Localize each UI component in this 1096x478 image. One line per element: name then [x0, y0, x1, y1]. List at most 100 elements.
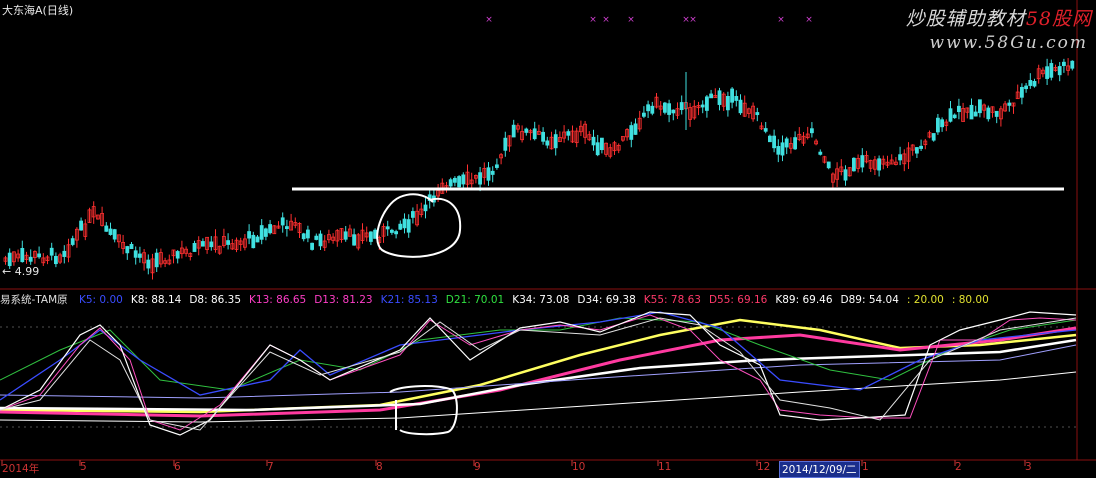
date-axis-label: 11	[658, 461, 672, 473]
date-axis-label: 9	[474, 461, 481, 473]
candle-body	[373, 229, 378, 239]
candle-body	[524, 128, 529, 133]
indicator-value: : 20.00	[906, 294, 944, 306]
candle-body	[209, 241, 214, 248]
candle-body	[931, 133, 936, 141]
candle-body	[600, 137, 604, 151]
candle-body	[755, 112, 760, 116]
candle-body	[1049, 63, 1054, 78]
candle-body	[452, 177, 457, 183]
candle-body	[200, 241, 205, 247]
candle-body	[784, 138, 789, 148]
candle-body	[503, 137, 508, 151]
cursor-date-label: 2014/12/09/二	[779, 461, 860, 478]
candle-body	[305, 229, 310, 239]
candle-body	[553, 134, 558, 149]
indicator-value: K34: 73.08	[512, 294, 570, 306]
candle-body	[478, 172, 483, 185]
candle-body	[7, 252, 12, 267]
candle-body	[595, 142, 600, 156]
candle-body	[948, 108, 953, 122]
candle-body	[494, 164, 499, 168]
candle-body	[511, 124, 516, 138]
candle-body	[532, 128, 537, 140]
date-axis-label: 6	[174, 461, 181, 473]
indicator-value: : 80.00	[951, 294, 989, 306]
candle-body	[726, 96, 730, 111]
candle-body	[667, 103, 671, 115]
price-chart[interactable]: × × × × × × × ×	[0, 0, 1096, 475]
candle-body	[457, 176, 462, 188]
candle-body	[633, 123, 638, 135]
candle-body	[646, 104, 650, 112]
watermark-url: www.58Gu.com	[929, 33, 1088, 53]
candle-body	[717, 90, 722, 105]
candle-body	[310, 242, 315, 250]
candle-body	[700, 104, 705, 108]
candle-body	[343, 231, 348, 240]
low-price-label: ← 4.99	[2, 265, 40, 278]
candle-body	[318, 233, 323, 247]
candle-body	[394, 231, 399, 235]
candle-body	[780, 142, 785, 156]
candle-body	[154, 252, 159, 268]
candle-body	[398, 223, 403, 230]
candle-body	[301, 233, 306, 240]
date-axis-label: 3	[1025, 461, 1032, 473]
candle-body	[385, 226, 390, 230]
signal-marker: ×	[689, 15, 697, 25]
candle-body	[284, 226, 289, 230]
watermark-brand: 炒股辅助教材58股网	[906, 4, 1092, 31]
candle-body	[738, 99, 743, 114]
annotation-circle-price	[376, 193, 462, 258]
candle-body	[1070, 60, 1075, 69]
candle-body	[70, 238, 75, 245]
candle-body	[663, 102, 667, 113]
candlestick-series	[3, 58, 1075, 280]
watermark-brand-site: 58股网	[1025, 8, 1092, 30]
candle-body	[793, 137, 797, 150]
indicator-value: K55: 78.63	[643, 294, 701, 306]
candle-body	[20, 247, 25, 263]
candle-body	[629, 125, 634, 140]
indicator-value: K8: 88.14	[130, 294, 182, 306]
candle-body	[566, 131, 571, 136]
indicator-line	[0, 318, 1077, 414]
candle-body	[986, 107, 991, 120]
candle-body	[679, 102, 684, 111]
indicator-value: D34: 69.38	[577, 294, 636, 306]
indicator-value: D8: 86.35	[189, 294, 242, 306]
candle-body	[389, 229, 394, 233]
candle-body	[919, 145, 923, 149]
candle-body	[852, 157, 856, 172]
watermark-brand-prefix: 炒股辅助教材	[905, 8, 1026, 30]
date-axis-label: 5	[80, 461, 87, 473]
candle-body	[709, 93, 713, 99]
candle-body	[280, 217, 285, 226]
candle-body	[28, 256, 33, 262]
candle-body	[137, 253, 142, 258]
date-axis-label: 10	[572, 461, 586, 473]
candle-body	[776, 146, 781, 155]
candle-body	[490, 170, 495, 175]
candle-body	[940, 119, 944, 128]
candle-body	[994, 110, 999, 117]
candle-body	[1024, 85, 1028, 90]
candle-body	[104, 225, 109, 232]
candle-body	[541, 131, 545, 142]
candle-body	[915, 147, 919, 154]
candle-body	[112, 229, 117, 240]
indicator-lines	[0, 311, 1077, 436]
candle-body	[936, 117, 940, 133]
candle-body	[49, 247, 54, 256]
signal-marker: ×	[485, 15, 493, 25]
candle-body	[1062, 61, 1066, 67]
candle-body	[226, 240, 231, 245]
candle-body	[810, 128, 814, 134]
indicator-name[interactable]: 易系统-TAM原	[0, 294, 68, 306]
candle-body	[768, 135, 772, 143]
candle-body	[368, 231, 373, 242]
signal-marker: ×	[589, 15, 597, 25]
candle-body	[973, 111, 978, 117]
indicator-value: D21: 70.01	[445, 294, 505, 306]
